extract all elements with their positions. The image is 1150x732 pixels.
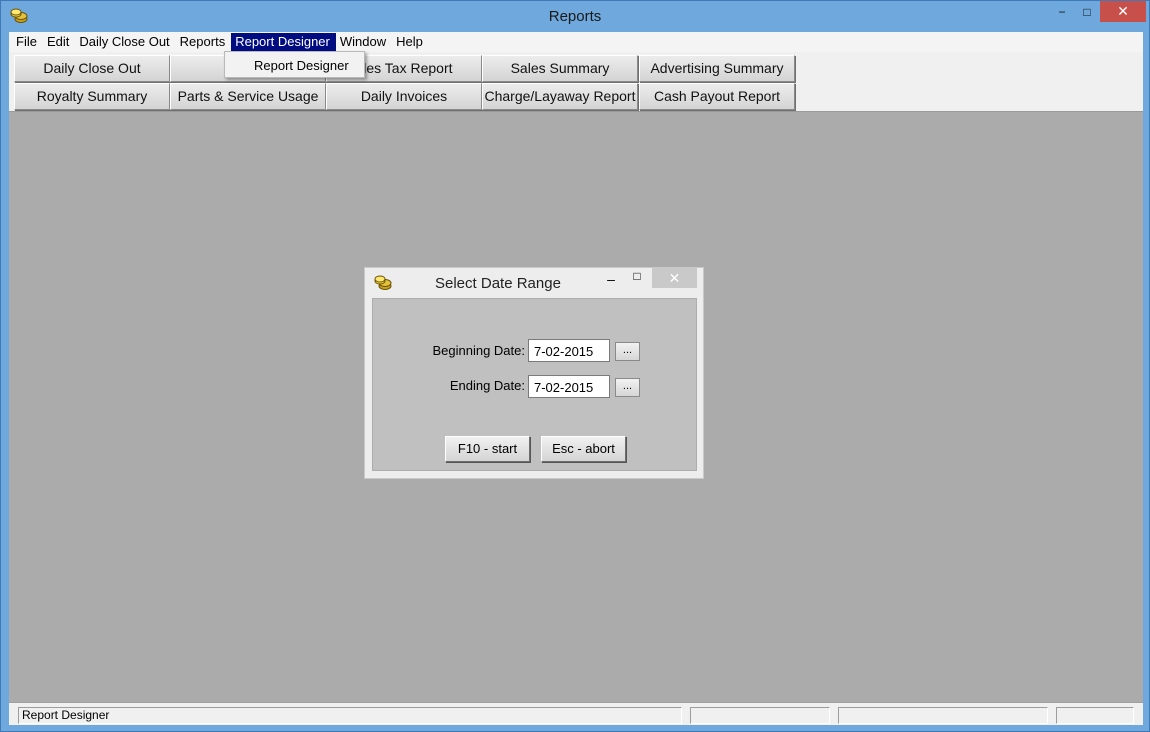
beginning-date-label: Beginning Date:	[432, 343, 525, 358]
abort-button[interactable]: Esc - abort	[541, 436, 626, 462]
minimize-button[interactable]: −	[1049, 1, 1075, 22]
start-button[interactable]: F10 - start	[445, 436, 530, 462]
coins-icon	[374, 275, 392, 290]
royalty-summary-button[interactable]: Royalty Summary	[14, 83, 170, 110]
menu-edit[interactable]: Edit	[43, 33, 75, 51]
dialog-body: Beginning Date: 7-02-2015 ... Ending Dat…	[372, 298, 697, 471]
menu-help[interactable]: Help	[392, 33, 429, 51]
main-window: Reports − □ ✕ File Edit Daily Close Out …	[0, 0, 1150, 732]
menu-bar: File Edit Daily Close Out Reports Report…	[9, 32, 1143, 52]
beginning-date-field[interactable]: 7-02-2015	[528, 339, 610, 362]
sales-summary-button[interactable]: Sales Summary	[482, 55, 638, 82]
ending-date-picker-button[interactable]: ...	[615, 378, 640, 397]
daily-close-out-button[interactable]: Daily Close Out	[14, 55, 170, 82]
parts-service-usage-button[interactable]: Parts & Service Usage	[170, 83, 326, 110]
dialog-maximize-button[interactable]: □	[627, 269, 647, 287]
menu-file[interactable]: File	[12, 33, 43, 51]
status-panel-3	[838, 707, 1048, 724]
menu-report-designer[interactable]: Report Designer	[231, 33, 336, 51]
status-panel-message: Report Designer	[18, 707, 682, 724]
title-bar[interactable]: Reports − □ ✕	[1, 1, 1149, 32]
maximize-button[interactable]: □	[1074, 1, 1100, 22]
daily-invoices-button[interactable]: Daily Invoices	[326, 83, 482, 110]
menu-reports[interactable]: Reports	[176, 33, 232, 51]
menu-window[interactable]: Window	[336, 33, 392, 51]
charge-layaway-report-button[interactable]: Charge/Layaway Report	[482, 83, 638, 110]
status-bar: Report Designer	[9, 702, 1143, 725]
ending-date-field[interactable]: 7-02-2015	[528, 375, 610, 398]
dialog-title-bar[interactable]: Select Date Range – □ ✕	[365, 268, 703, 298]
close-button[interactable]: ✕	[1100, 1, 1146, 22]
status-panel-2	[690, 707, 830, 724]
dialog-minimize-button[interactable]: –	[601, 271, 621, 289]
menu-daily-close-out[interactable]: Daily Close Out	[75, 33, 175, 51]
dialog-close-button[interactable]: ✕	[652, 268, 697, 288]
report-designer-dropdown-item[interactable]: Report Designer	[224, 51, 365, 78]
select-date-range-dialog: Select Date Range – □ ✕ Beginning Date: …	[364, 267, 704, 479]
cash-payout-report-button[interactable]: Cash Payout Report	[639, 83, 795, 110]
report-toolbar: Daily Close Out Sa ales Tax Report Sales…	[9, 52, 1143, 112]
ending-date-label: Ending Date:	[449, 378, 525, 393]
status-panel-4	[1056, 707, 1134, 724]
dialog-title: Select Date Range	[435, 275, 561, 292]
advertising-summary-button[interactable]: Advertising Summary	[639, 55, 795, 82]
window-title: Reports	[548, 8, 602, 25]
beginning-date-picker-button[interactable]: ...	[615, 342, 640, 361]
